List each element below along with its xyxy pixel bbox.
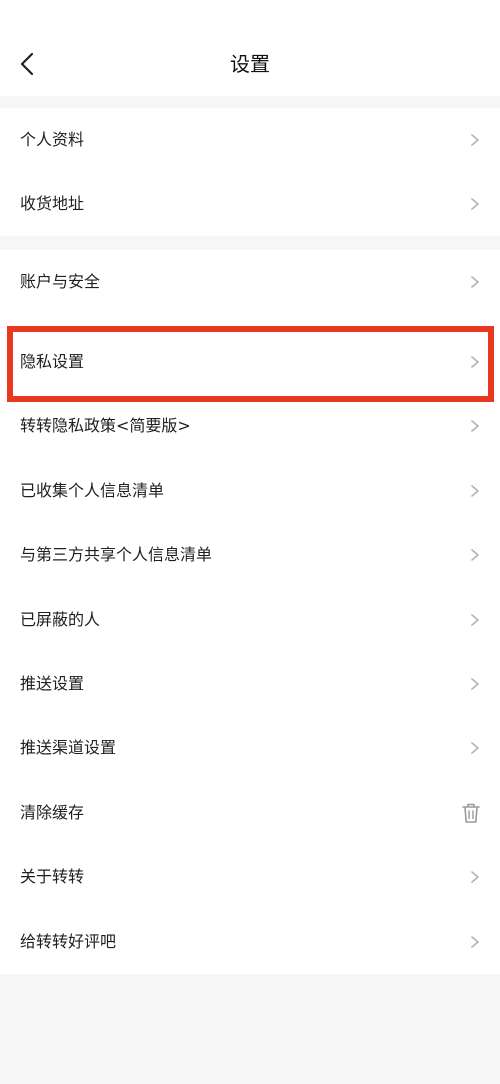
chevron-right-icon — [471, 276, 479, 288]
settings-item-label: 与第三方共享个人信息清单 — [20, 545, 213, 564]
chevron-right-icon — [471, 356, 479, 368]
settings-item-label: 收货地址 — [20, 194, 85, 213]
settings-item-privacy-policy[interactable]: 转转隐私政策<简要版> — [0, 394, 500, 458]
chevron-right-icon — [471, 678, 479, 690]
settings-item-address[interactable]: 收货地址 — [0, 172, 500, 236]
settings-item-label: 推送渠道设置 — [20, 738, 117, 757]
profile-section: 个人资料 收货地址 — [0, 108, 500, 236]
settings-item-push-channel[interactable]: 推送渠道设置 — [0, 716, 500, 780]
settings-item-label: 个人资料 — [20, 130, 85, 149]
settings-item-label: 已屏蔽的人 — [20, 610, 101, 629]
chevron-right-icon — [471, 871, 479, 883]
settings-item-about[interactable]: 关于转转 — [0, 845, 500, 909]
header-bar: 设置 — [0, 0, 500, 96]
trash-icon[interactable] — [460, 801, 482, 825]
settings-item-clear-cache[interactable]: 清除缓存 — [0, 781, 500, 845]
settings-section: 账户与安全 隐私设置 转转隐私政策<简要版> 已收集个人信息清单 与第三方共享个… — [0, 250, 500, 974]
settings-item-label: 账户与安全 — [20, 272, 101, 291]
settings-item-label: 给转转好评吧 — [20, 932, 117, 951]
page-title: 设置 — [230, 52, 270, 76]
settings-item-label: 推送设置 — [20, 674, 85, 693]
chevron-right-icon — [471, 420, 479, 432]
settings-item-account-security[interactable]: 账户与安全 — [0, 250, 500, 314]
chevron-right-icon — [471, 549, 479, 561]
settings-item-label: 清除缓存 — [20, 803, 85, 822]
settings-item-privacy[interactable]: 隐私设置 — [0, 330, 500, 394]
settings-item-third-party-sharing[interactable]: 与第三方共享个人信息清单 — [0, 523, 500, 587]
settings-item-label: 已收集个人信息清单 — [20, 481, 165, 500]
chevron-right-icon — [471, 742, 479, 754]
settings-item-profile[interactable]: 个人资料 — [0, 108, 500, 172]
settings-item-rate-app[interactable]: 给转转好评吧 — [0, 910, 500, 974]
chevron-right-icon — [471, 936, 479, 948]
settings-item-label: 隐私设置 — [20, 352, 85, 371]
settings-item-label: 关于转转 — [20, 867, 85, 886]
settings-item-label: 转转隐私政策<简要版> — [20, 416, 191, 435]
chevron-right-icon — [471, 134, 479, 146]
chevron-right-icon — [471, 198, 479, 210]
chevron-right-icon — [471, 614, 479, 626]
settings-item-collected-info[interactable]: 已收集个人信息清单 — [0, 459, 500, 523]
settings-item-push[interactable]: 推送设置 — [0, 652, 500, 716]
settings-item-blocked-users[interactable]: 已屏蔽的人 — [0, 588, 500, 652]
chevron-right-icon — [471, 485, 479, 497]
